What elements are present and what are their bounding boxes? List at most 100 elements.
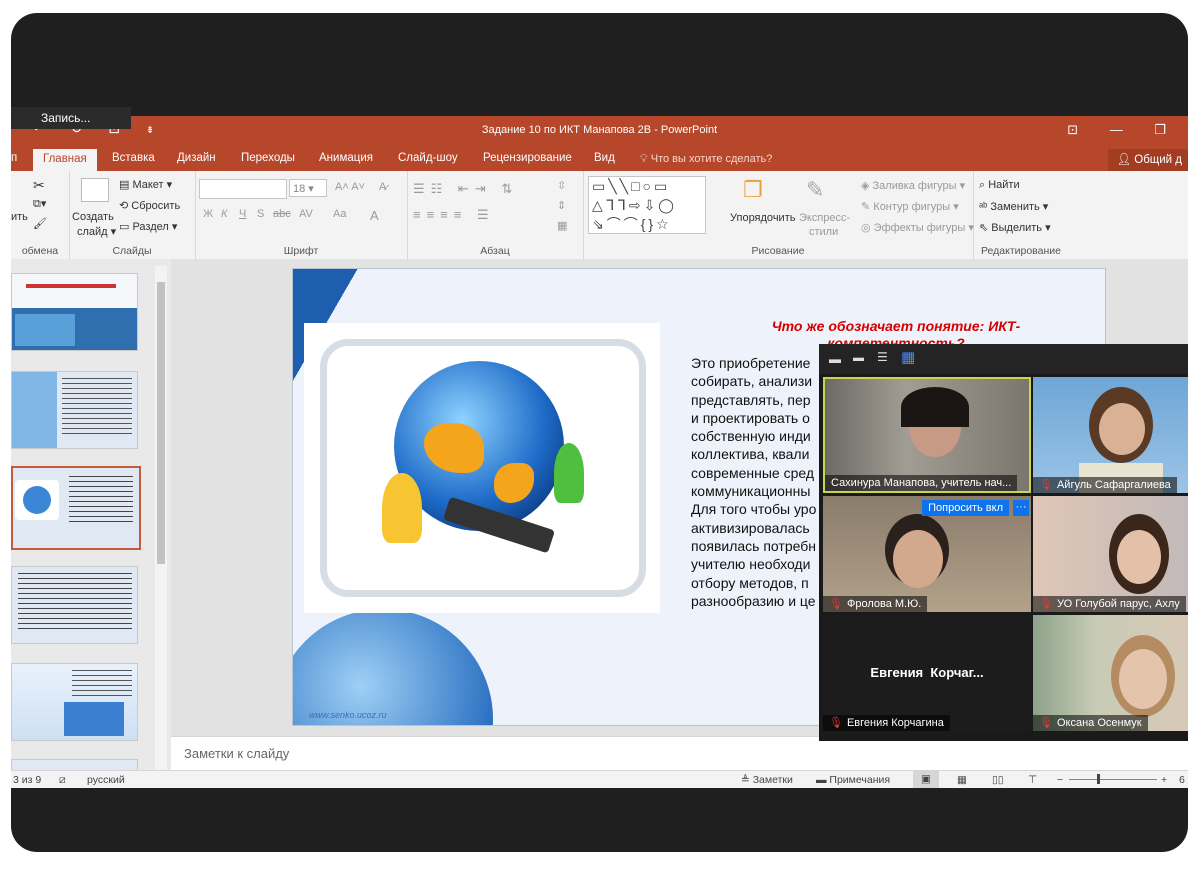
thumbnails-scrollbar[interactable]: [155, 266, 167, 771]
new-slide-icon[interactable]: [81, 178, 109, 202]
grid-view-icon[interactable]: ▦: [901, 348, 915, 366]
bold-button[interactable]: Ж: [203, 208, 213, 220]
group-editing: ⌕ Найти ᵃᵇ Заменить ▾ ⇖ Выделить ▾ Редак…: [973, 171, 1069, 259]
slide-thumbnail-5[interactable]: [11, 663, 138, 741]
title-bar: ↶ ↻ ⊡ ⇟ Задание 10 по ИКТ Манапова 2В - …: [11, 116, 1188, 146]
shape-effects-button[interactable]: ◎ Эффекты фигуры ▾: [861, 221, 974, 234]
lightbulb-icon: 💡︎: [640, 153, 651, 165]
tab-home[interactable]: Главная: [33, 149, 97, 171]
zoom-out-icon[interactable]: −: [1057, 774, 1063, 786]
paste-label[interactable]: ить: [11, 211, 28, 223]
new-slide-button[interactable]: Создать: [72, 211, 114, 223]
reading-view-icon[interactable]: ▯▯: [992, 774, 1004, 786]
quick-styles-button-2[interactable]: стили: [809, 226, 838, 238]
align-icons[interactable]: ≡≡≡≡ ☰: [413, 207, 495, 223]
ribbon-options-icon[interactable]: ⊡: [1053, 122, 1093, 138]
zoom-slider[interactable]: [1069, 779, 1157, 780]
restore-icon[interactable]: ❐: [1140, 122, 1180, 138]
participant-name: 🎙︎ Айгуль Сафаргалиева: [1033, 477, 1177, 493]
font-color-button[interactable]: A: [370, 208, 379, 223]
replace-button[interactable]: ᵃᵇ Заменить ▾: [979, 200, 1048, 213]
font-name-input[interactable]: [199, 179, 287, 199]
italic-button[interactable]: К: [221, 208, 227, 220]
comments-toggle[interactable]: ▬ Примечания: [816, 774, 890, 786]
tab-animation[interactable]: Анимация: [319, 150, 373, 167]
tab-insert[interactable]: Вставка: [112, 150, 155, 167]
zoom-in-icon[interactable]: +: [1161, 774, 1167, 786]
share-button[interactable]: 👤︎ Общий д: [1108, 149, 1188, 171]
participant-tile-1[interactable]: Сахинура Манапова, учитель нач...: [823, 377, 1031, 493]
screen-frame: Запись... ↶ ↻ ⊡ ⇟ Задание 10 по ИКТ Мана…: [11, 13, 1188, 852]
clear-format-icon[interactable]: A̷: [379, 181, 386, 193]
change-case-button[interactable]: Aa: [333, 208, 346, 220]
find-button[interactable]: ⌕ Найти: [979, 179, 1020, 192]
group-paragraph: ☰☷ ⇤⇥ ⇅ ≡≡≡≡ ☰ ⇳ ⇕ ▦ Абзац: [407, 171, 584, 259]
font-size-input[interactable]: 18 ▾: [289, 179, 327, 197]
participant-tile-2[interactable]: 🎙︎ Айгуль Сафаргалиева: [1033, 377, 1188, 493]
grow-font-icon[interactable]: A˄ A˅: [335, 181, 365, 193]
format-painter-icon[interactable]: 🖌︎: [33, 217, 47, 230]
arrange-icon[interactable]: ❐: [743, 177, 763, 203]
yellow-figure-icon: [382, 473, 422, 543]
select-button[interactable]: ⇖ Выделить ▾: [979, 221, 1051, 234]
participant-tile-4[interactable]: 🎙︎ УО Голубой парус, Ахлу: [1033, 496, 1188, 612]
participant-tile-6[interactable]: 🎙︎ Оксана Осенмук: [1033, 615, 1188, 731]
char-spacing-button[interactable]: AV: [299, 208, 313, 220]
notes-toggle[interactable]: ≜ Заметки: [741, 774, 793, 786]
zoom-slider-thumb[interactable]: [1097, 774, 1100, 784]
minimize-icon[interactable]: ▬: [829, 352, 841, 366]
smartart-icon[interactable]: ▦: [557, 219, 567, 232]
notes-pane[interactable]: Заметки к слайду: [171, 736, 1188, 771]
slideshow-icon[interactable]: ⊤: [1028, 774, 1037, 786]
zoom-level[interactable]: 6: [1179, 774, 1185, 786]
participant-tile-3[interactable]: Попросить вкл ··· 🎙︎ Фролова М.Ю.: [823, 496, 1031, 612]
new-slide-button-2[interactable]: слайд ▾: [77, 225, 116, 238]
language-indicator[interactable]: русский: [87, 774, 125, 786]
quick-styles-button[interactable]: Экспресс-: [799, 212, 850, 224]
strip-view-icon[interactable]: ☰: [877, 350, 888, 364]
text-direction-icon[interactable]: ⇳: [557, 179, 566, 192]
fill-icon: ◈: [861, 180, 873, 192]
tab-transitions[interactable]: Переходы: [241, 150, 295, 167]
shape-outline-button[interactable]: ✎ Контур фигуры ▾: [861, 200, 959, 213]
underline-button[interactable]: Ч: [239, 208, 246, 220]
more-options-button[interactable]: ···: [1013, 500, 1029, 516]
participant-name: 🎙︎ Фролова М.Ю.: [823, 596, 928, 612]
section-button[interactable]: ▭ Раздел ▾: [119, 220, 177, 233]
status-bar: 3 из 9 ⧄ русский ≜ Заметки ▬ Примечания …: [11, 770, 1188, 788]
spellcheck-icon[interactable]: ⧄: [59, 774, 66, 787]
slide-thumbnail-3[interactable]: [11, 466, 141, 550]
participant-tile-5[interactable]: Евгения Корчаг... 🎙︎ Евгения Корчагина: [823, 615, 1031, 731]
list-icons[interactable]: ☰☷ ⇤⇥ ⇅: [413, 181, 518, 197]
tab-review[interactable]: Рецензирование: [483, 150, 572, 167]
slide-thumbnail-2[interactable]: [11, 371, 138, 449]
shapes-gallery[interactable]: ▭╲╲□○▭ △ᒣᒣ⇨⇩◯ ⇘⌒⌒{}☆: [588, 176, 706, 234]
tell-me-box[interactable]: 💡︎ Что вы хотите сделать?: [640, 153, 772, 166]
reset-button[interactable]: ⟲ Сбросить: [119, 199, 180, 212]
participant-name: 🎙︎ УО Голубой парус, Ахлу: [1033, 596, 1186, 612]
recording-indicator: Запись...: [11, 107, 131, 129]
tab-view[interactable]: Вид: [594, 150, 615, 167]
tab-design[interactable]: Дизайн: [177, 150, 216, 167]
shadow-button[interactable]: S: [257, 208, 264, 220]
powerpoint-window: ↶ ↻ ⊡ ⇟ Задание 10 по ИКТ Манапова 2В - …: [11, 116, 1188, 788]
cut-icon[interactable]: ✂: [33, 177, 45, 194]
shape-fill-button[interactable]: ◈ Заливка фигуры ▾: [861, 179, 965, 192]
ask-to-unmute-button[interactable]: Попросить вкл: [922, 500, 1009, 516]
quick-styles-icon[interactable]: ✎: [806, 177, 824, 203]
minimize-icon[interactable]: —: [1096, 122, 1136, 137]
slide-thumbnail-1[interactable]: [11, 273, 138, 351]
normal-view-icon[interactable]: ▣: [913, 771, 939, 788]
strikethrough-button[interactable]: abc: [273, 208, 291, 220]
arrange-button[interactable]: Упорядочить: [730, 212, 795, 224]
align-text-icon[interactable]: ⇕: [557, 199, 566, 212]
layout-button[interactable]: ▤ Макет ▾: [119, 178, 172, 191]
section-icon: ▭: [119, 221, 133, 233]
speaker-view-icon[interactable]: ▬: [853, 352, 864, 364]
tab-slideshow[interactable]: Слайд-шоу: [398, 150, 458, 167]
copy-icon[interactable]: ⧉▾: [33, 197, 46, 211]
slide-sorter-icon[interactable]: ▦: [957, 774, 967, 786]
search-icon: ⌕: [979, 179, 989, 191]
slide-thumbnail-4[interactable]: [11, 566, 138, 644]
tab-file[interactable]: п: [11, 150, 17, 167]
